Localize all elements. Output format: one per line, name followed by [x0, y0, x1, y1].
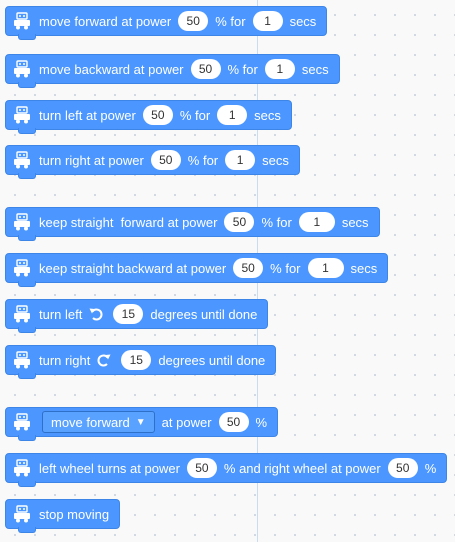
- block-text: turn right: [39, 352, 91, 368]
- block-text: turn left at power: [39, 107, 136, 123]
- block-text: keep straight forward at power: [39, 214, 218, 230]
- power-input[interactable]: 50: [233, 258, 264, 278]
- block-text: secs: [254, 107, 281, 123]
- block-text: %: [424, 460, 437, 476]
- robot-car-icon: [14, 151, 30, 169]
- power-input[interactable]: 50: [178, 11, 209, 31]
- block-text: stop moving: [39, 506, 110, 522]
- block-text: secs: [341, 214, 369, 230]
- rotate-counterclockwise-icon: [89, 308, 103, 321]
- block-text: at power: [161, 414, 212, 430]
- block-text: move forward at power: [39, 13, 172, 29]
- robot-car-icon: [14, 305, 30, 323]
- right-power-input[interactable]: 50: [387, 458, 418, 478]
- block-text: % for: [261, 214, 292, 230]
- keep-straight-forward-block[interactable]: keep straight forward at power 50 % for …: [5, 207, 380, 241]
- robot-car-icon: [14, 213, 30, 231]
- block-text: % for: [270, 260, 301, 276]
- robot-car-icon: [14, 459, 30, 477]
- secs-input[interactable]: 1: [298, 212, 335, 232]
- block-text: left wheel turns at power: [39, 460, 180, 476]
- power-input[interactable]: 50: [224, 212, 255, 232]
- block-text: turn right at power: [39, 152, 144, 168]
- turn-right-power-block[interactable]: turn right at power 50 % for 1 secs: [5, 145, 300, 179]
- block-text: secs: [301, 61, 329, 77]
- robot-car-icon: [14, 413, 30, 431]
- block-text: %: [255, 414, 268, 430]
- block-text: % for: [187, 152, 219, 168]
- stop-moving-block[interactable]: stop moving: [5, 499, 121, 533]
- turn-left-power-block[interactable]: turn left at power 50 % for 1 secs: [5, 100, 292, 134]
- keep-straight-backward-block[interactable]: keep straight backward at power 50 % for…: [5, 253, 389, 287]
- move-direction-block[interactable]: move forward ▼ at power 50 %: [5, 407, 279, 441]
- block-text: degrees until done: [150, 306, 258, 322]
- degrees-input[interactable]: 15: [113, 304, 144, 324]
- left-power-input[interactable]: 50: [186, 458, 217, 478]
- caret-down-icon: ▼: [135, 416, 146, 428]
- block-text: % for: [215, 13, 246, 29]
- robot-car-icon: [14, 12, 30, 30]
- block-text: secs: [289, 13, 317, 29]
- robot-car-icon: [14, 60, 30, 78]
- rotate-clockwise-icon: [97, 354, 111, 367]
- wheel-power-block[interactable]: left wheel turns at power 50 % and right…: [5, 453, 448, 487]
- secs-input[interactable]: 1: [264, 59, 295, 79]
- power-input[interactable]: 50: [190, 59, 221, 79]
- block-text: degrees until done: [158, 352, 266, 368]
- block-text: secs: [350, 260, 378, 276]
- block-text: % for: [179, 107, 211, 123]
- block-text: turn left: [39, 306, 83, 322]
- direction-dropdown-value: move forward: [51, 414, 130, 430]
- robot-car-icon: [14, 351, 30, 369]
- power-input[interactable]: 50: [150, 150, 181, 170]
- degrees-input[interactable]: 15: [121, 350, 152, 370]
- turn-right-degrees-block[interactable]: turn right 15 degrees until done: [5, 345, 277, 379]
- block-text: % for: [227, 61, 258, 77]
- block-text: move backward at power: [39, 61, 184, 77]
- power-input[interactable]: 50: [218, 412, 249, 432]
- block-text: secs: [262, 152, 289, 168]
- secs-input[interactable]: 1: [225, 150, 256, 170]
- turn-left-degrees-block[interactable]: turn left 15 degrees until done: [5, 299, 269, 333]
- move-backward-block[interactable]: move backward at power 50 % for 1 secs: [5, 54, 340, 88]
- robot-car-icon: [14, 505, 30, 523]
- robot-car-icon: [14, 259, 30, 277]
- move-forward-block[interactable]: move forward at power 50 % for 1 secs: [5, 6, 328, 40]
- block-text: % and right wheel at power: [223, 460, 381, 476]
- power-input[interactable]: 50: [142, 105, 173, 125]
- direction-dropdown[interactable]: move forward ▼: [42, 411, 155, 433]
- block-text: keep straight backward at power: [39, 260, 227, 276]
- secs-input[interactable]: 1: [307, 258, 344, 278]
- secs-input[interactable]: 1: [217, 105, 248, 125]
- robot-car-icon: [14, 106, 30, 124]
- secs-input[interactable]: 1: [252, 11, 283, 31]
